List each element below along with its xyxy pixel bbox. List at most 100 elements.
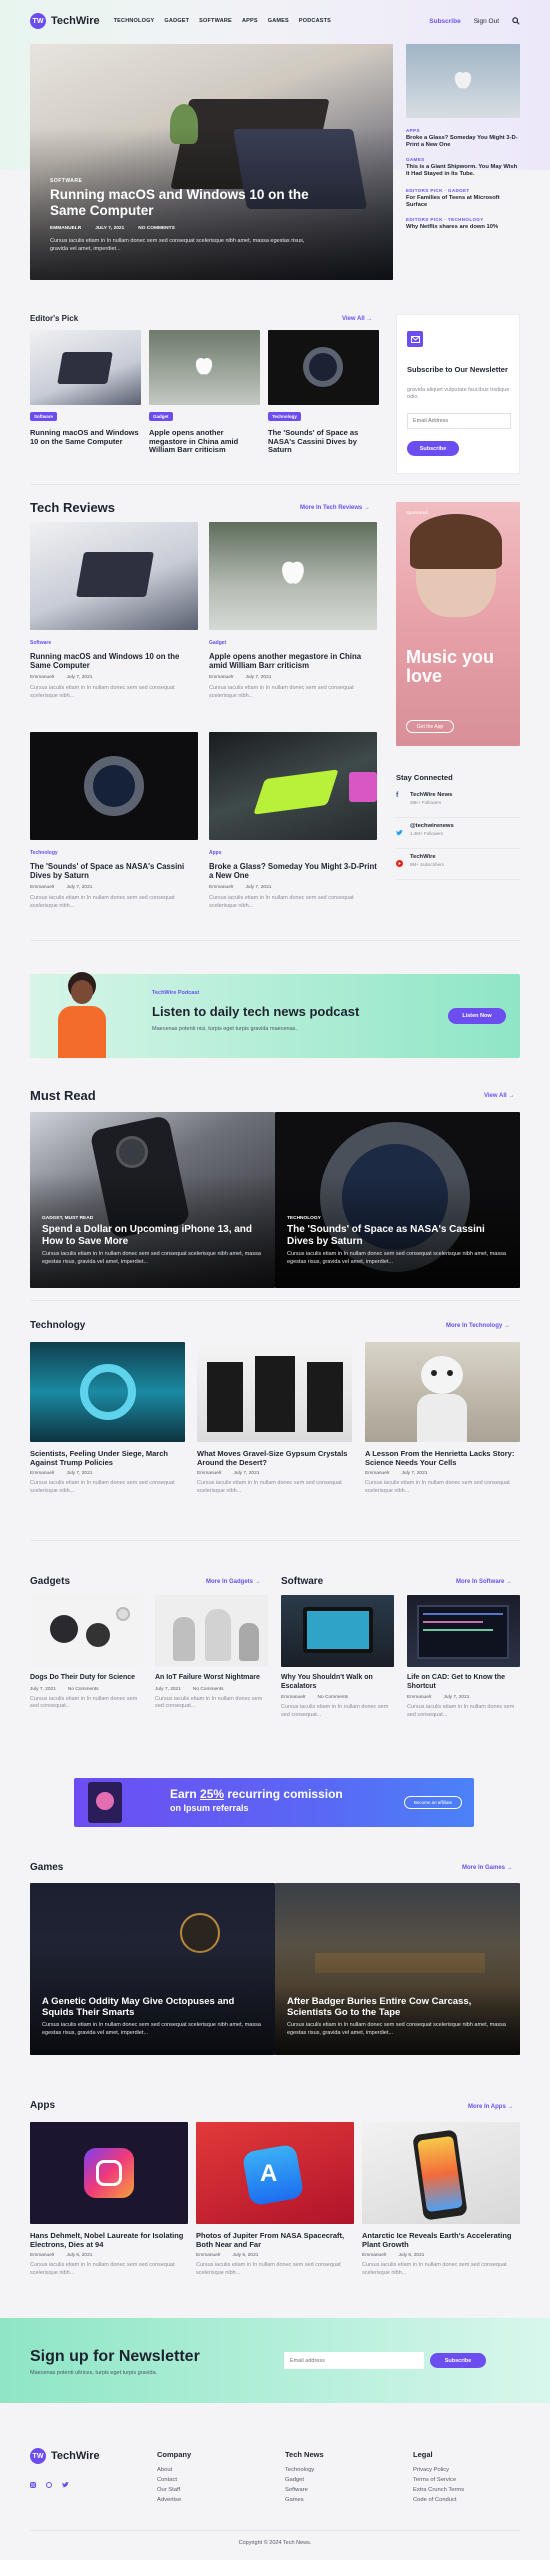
review-card-author[interactable]: Emmanuelr [30,885,55,890]
music-ad-button[interactable]: Get the App [406,720,454,733]
footer-link[interactable]: Games [285,2495,324,2505]
social-item-youtube[interactable]: TechWire 8M+ Subscribers [396,854,520,880]
review-card-category[interactable]: Apps [209,850,377,856]
nav-item-games[interactable]: GAMES [268,18,289,24]
technology-card-author[interactable]: Emmanuelr [197,1471,222,1476]
footer-link[interactable]: About [157,2465,191,2475]
nav-item-gadget[interactable]: GADGET [164,18,189,24]
hero-side-image[interactable] [406,44,520,118]
software-card-title[interactable]: Why You Shouldn't Walk on Escalators [281,1674,394,1691]
hero-main-card[interactable]: SOFTWARE Running macOS and Windows 10 on… [30,44,393,280]
footer-link[interactable]: Terms of Service [413,2475,464,2485]
review-card-author[interactable]: Emmanuelr [30,675,55,680]
apps-card[interactable]: Antarctic Ice Reveals Earth's Accelerati… [362,2122,520,2277]
dribbble-icon[interactable] [46,2482,52,2488]
twitter-icon[interactable] [62,2482,69,2488]
subscribe-link[interactable]: Subscribe [429,18,460,25]
hero-side-item[interactable]: GAMES This is a Giant Shipworm. You May W… [406,157,520,188]
newsletter-subscribe-button[interactable]: Subscribe [407,441,459,456]
games-card-title[interactable]: A Genetic Oddity May Give Octopuses and … [42,1996,267,2018]
footer-link[interactable]: Extra Crunch Terms [413,2485,464,2495]
category-pill[interactable]: Software [30,412,58,421]
gadgets-card-title[interactable]: An IoT Failure Worst Nightmare [155,1674,268,1683]
editors-card[interactable]: Gadget Apple opens another megastore in … [149,330,260,455]
games-card-title[interactable]: After Badger Buries Entire Cow Carcass, … [287,1996,512,2018]
footer-link[interactable]: Advertise [157,2495,191,2505]
nav-item-podcasts[interactable]: PODCASTS [299,18,331,24]
games-card[interactable]: A Genetic Oddity May Give Octopuses and … [30,1883,275,2055]
gadgets-card[interactable]: An IoT Failure Worst Nightmare July 7, 2… [155,1595,268,1711]
software-card[interactable]: Why You Shouldn't Walk on Escalators Emm… [281,1595,394,1719]
gadgets-more[interactable]: More In Gadgets → [206,1579,261,1585]
review-card[interactable]: Technology The 'Sounds' of Space as NASA… [30,732,198,910]
software-more[interactable]: More In Software → [456,1579,512,1585]
review-card-author[interactable]: Emmanuelr [209,675,234,680]
footer-link[interactable]: Gadget [285,2475,324,2485]
technology-card-author[interactable]: Emmanuelr [365,1471,390,1476]
nav-item-technology[interactable]: TECHNOLOGY [114,18,155,24]
nav-item-apps[interactable]: APPS [242,18,258,24]
editors-view-all[interactable]: View All → [342,316,372,322]
apps-card-author[interactable]: Emmanuelr [362,2253,387,2258]
technology-card-title[interactable]: A Lesson From the Henrietta Lacks Story:… [365,1449,520,1467]
footer-link[interactable]: Privacy Policy [413,2465,464,2475]
gadgets-card[interactable]: Dogs Do Their Duty for Science July 7, 2… [30,1595,143,1711]
podcast-listen-button[interactable]: Listen Now [448,1008,506,1024]
apps-more[interactable]: More In Apps → [468,2104,513,2110]
site-logo[interactable]: TW TechWire [30,13,100,29]
review-card-category[interactable]: Software [30,640,198,646]
signup-email-input[interactable] [284,2352,424,2369]
gadgets-card-comments[interactable]: No Comments [193,1687,224,1692]
instagram-icon[interactable] [30,2482,36,2488]
signout-link[interactable]: Sign Out [474,18,499,25]
must-read-card-title[interactable]: The 'Sounds' of Space as NASA's Cassini … [287,1224,512,1247]
review-card-category[interactable]: Technology [30,850,198,856]
technology-card-title[interactable]: What Moves Gravel-Size Gypsum Crystals A… [197,1449,352,1467]
review-card-title[interactable]: The 'Sounds' of Space as NASA's Cassini … [30,862,198,880]
social-item-twitter[interactable]: @techwirenews 1.4M+ Followers [396,823,520,849]
technology-more[interactable]: More In Technology → [446,1323,510,1329]
must-read-category[interactable]: TECHNOLOGY [287,1216,512,1221]
search-icon[interactable] [512,17,520,25]
technology-card[interactable]: What Moves Gravel-Size Gypsum Crystals A… [197,1342,352,1495]
hero-side-item[interactable]: APPS Broke a Glass? Someday You Might 3-D… [406,128,520,157]
editors-card-title[interactable]: Apple opens another megastore in China a… [149,428,260,455]
apps-card-title[interactable]: Photos of Jupiter From NASA Spacecraft, … [196,2231,354,2249]
editors-card-title[interactable]: The 'Sounds' of Space as NASA's Cassini … [268,428,379,455]
hero-author[interactable]: EMMANUELR [50,226,81,231]
review-card[interactable]: Apps Broke a Glass? Someday You Might 3-… [209,732,377,910]
apps-card[interactable]: Hans Dehmelt, Nobel Laureate for Isolati… [30,2122,188,2277]
technology-card[interactable]: Scientists, Feeling Under Siege, March A… [30,1342,185,1495]
review-card-category[interactable]: Gadget [209,640,377,646]
must-read-card[interactable]: TECHNOLOGY The 'Sounds' of Space as NASA… [275,1112,520,1288]
footer-link[interactable]: Technology [285,2465,324,2475]
gadgets-card-comments[interactable]: No Comments [68,1687,99,1692]
software-card-author[interactable]: Emmanuelr [281,1695,306,1700]
nav-item-software[interactable]: SOFTWARE [199,18,232,24]
hero-title[interactable]: Running macOS and Windows 10 on the Same… [50,187,310,218]
must-read-category[interactable]: GADGET, MUST READ [42,1216,267,1221]
music-ad[interactable]: Sponsored Music you love Get the App [396,502,520,746]
apps-card-author[interactable]: Emmanuelr [196,2253,221,2258]
gadgets-card-title[interactable]: Dogs Do Their Duty for Science [30,1674,143,1683]
must-read-card-title[interactable]: Spend a Dollar on Upcoming iPhone 13, an… [42,1224,267,1247]
review-card[interactable]: Gadget Apple opens another megastore in … [209,522,377,700]
footer-link[interactable]: Code of Conduct [413,2495,464,2505]
software-card-title[interactable]: Life on CAD: Get to Know the Shortcut [407,1674,520,1691]
newsletter-email-input[interactable] [407,413,511,429]
must-read-card[interactable]: GADGET, MUST READ Spend a Dollar on Upco… [30,1112,275,1288]
software-card[interactable]: Life on CAD: Get to Know the Shortcut Em… [407,1595,520,1719]
review-card-author[interactable]: Emmanuelr [209,885,234,890]
technology-card-title[interactable]: Scientists, Feeling Under Siege, March A… [30,1449,185,1467]
footer-link[interactable]: Contact [157,2475,191,2485]
review-card-title[interactable]: Apple opens another megastore in China a… [209,652,377,670]
software-card-comments[interactable]: No Comments [318,1695,349,1700]
apps-card[interactable]: A Photos of Jupiter From NASA Spacecraft… [196,2122,354,2277]
footer-link[interactable]: Software [285,2485,324,2495]
affiliate-banner[interactable]: Earn 25% recurring comission on Ipsum re… [74,1778,474,1827]
apps-card-author[interactable]: Emmanuelr [30,2253,55,2258]
must-read-more[interactable]: View All → [484,1093,514,1099]
editors-card[interactable]: Technology The 'Sounds' of Space as NASA… [268,330,379,455]
editors-card-title[interactable]: Running macOS and Windows 10 on the Same… [30,428,141,446]
software-card-author[interactable]: Emmanuelr [407,1695,432,1700]
